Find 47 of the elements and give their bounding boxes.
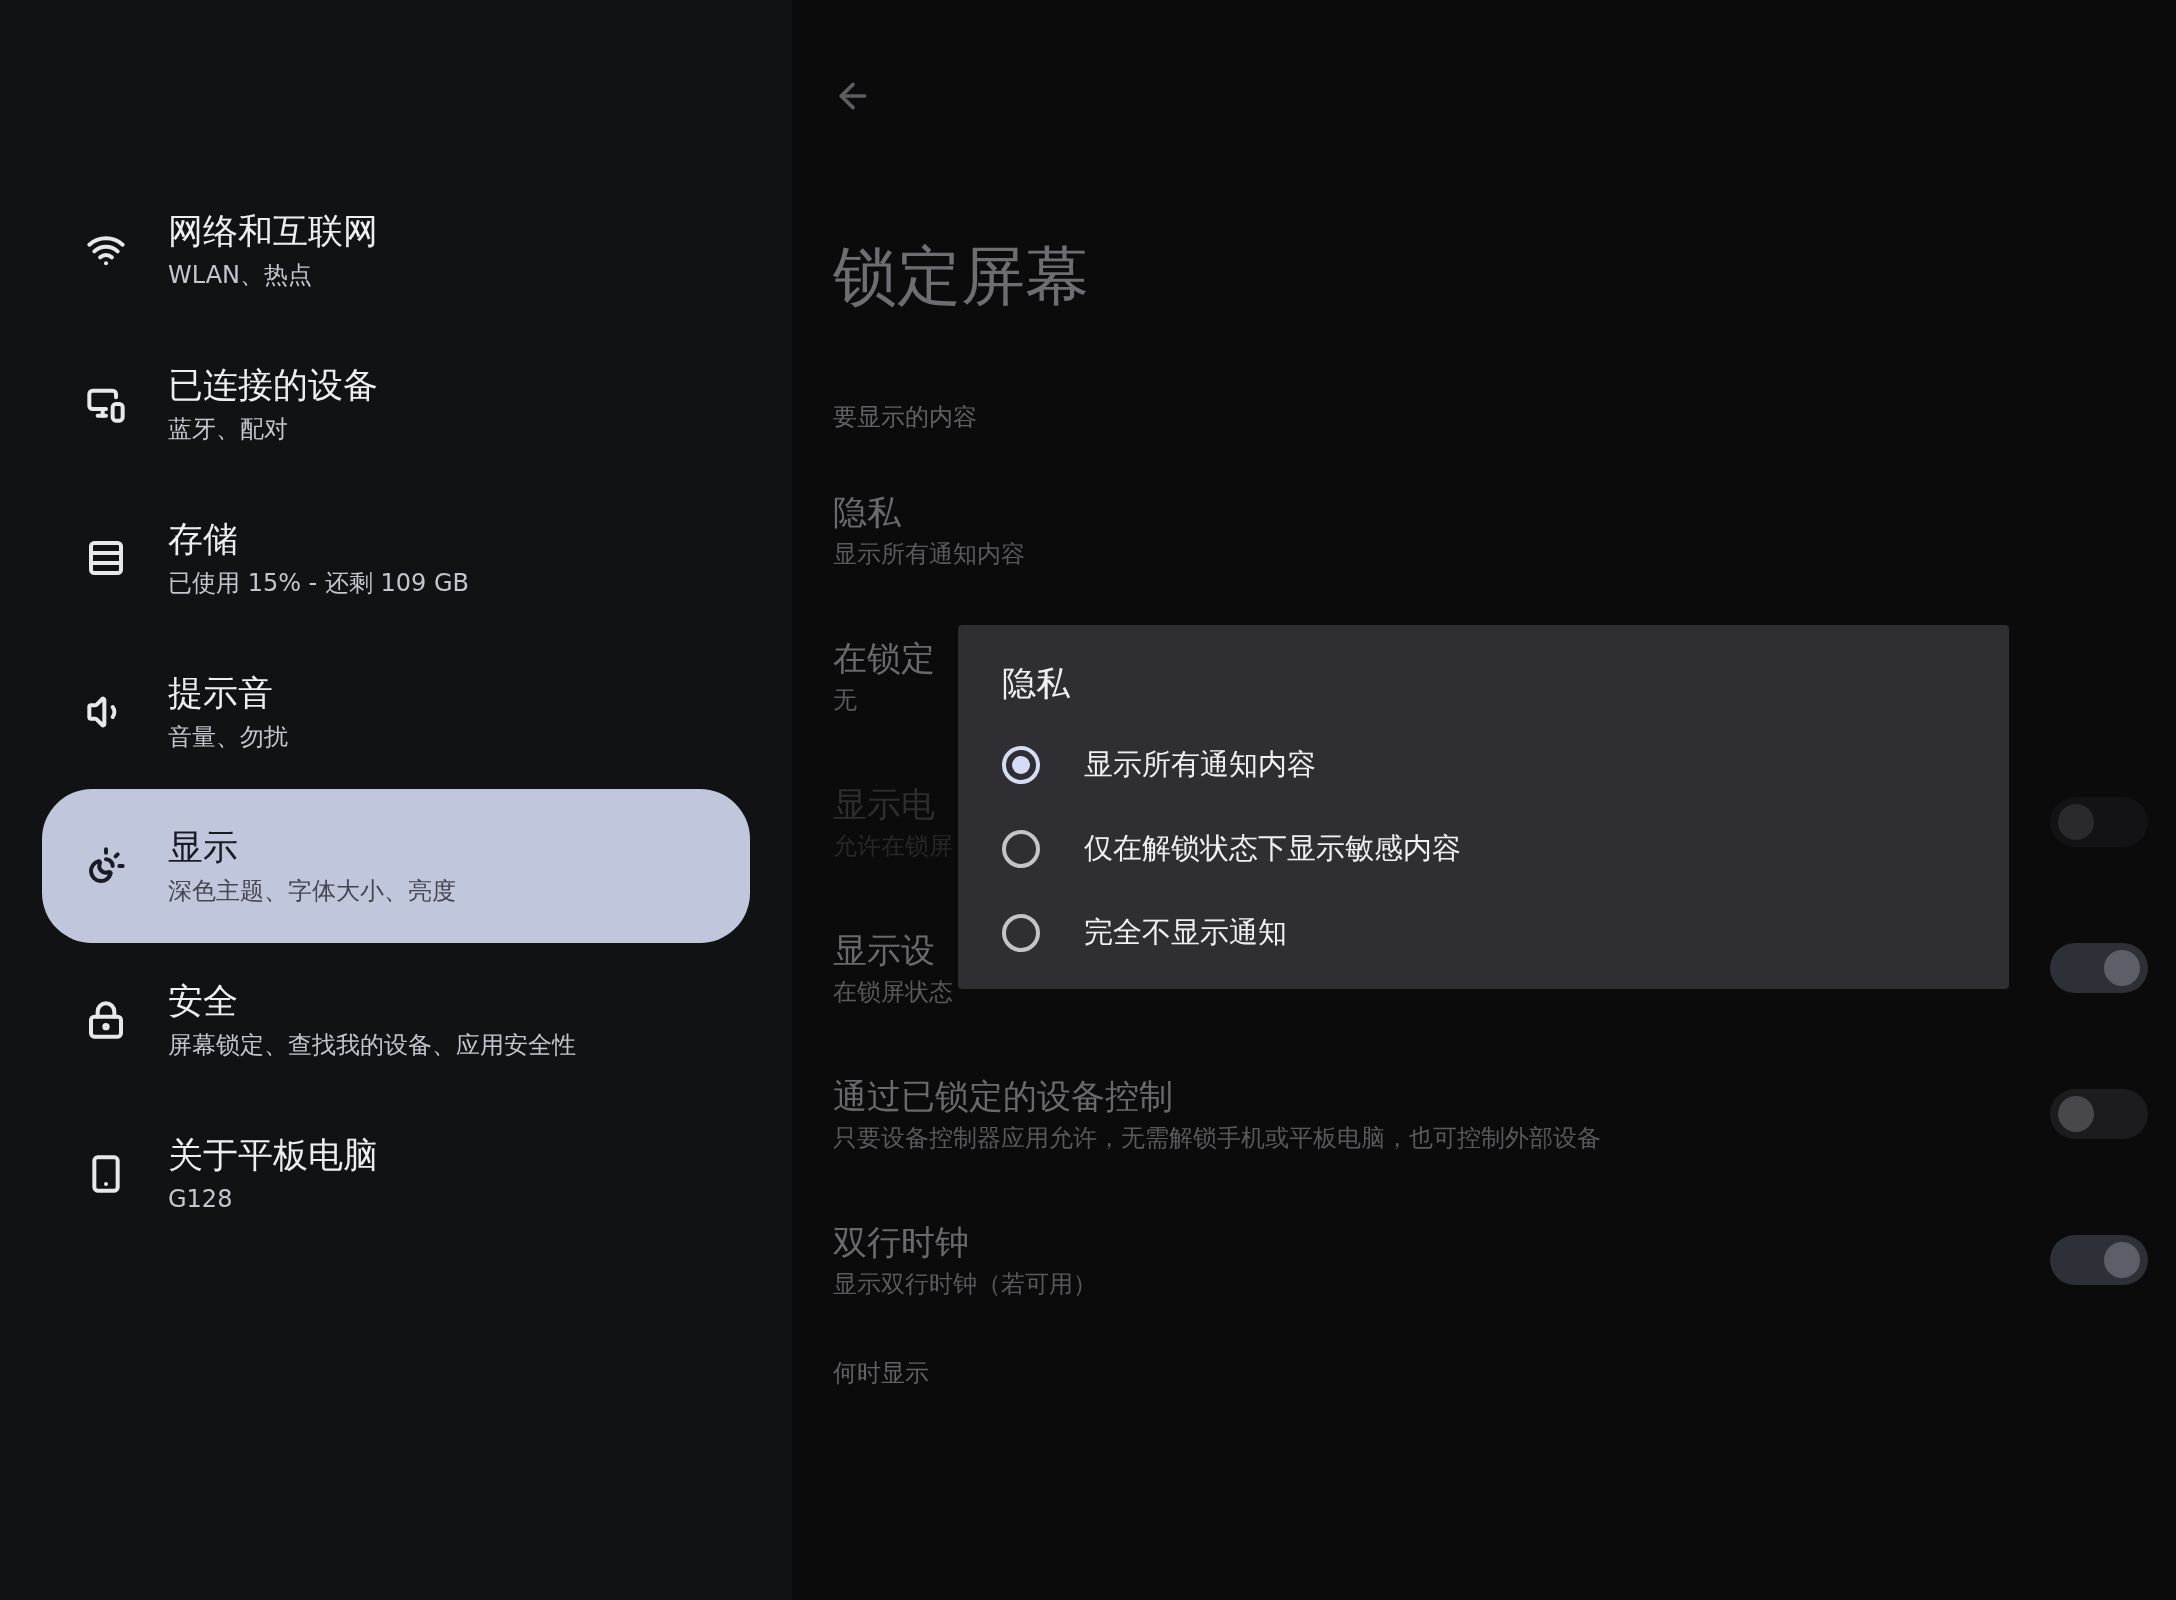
item-subtitle: G128 — [168, 1184, 234, 1215]
sidebar-item[interactable]: 显示 深色主题、字体大小、亮度 — [42, 789, 750, 943]
item-title: 网络和互联网 — [168, 210, 378, 253]
item-title: 显示 — [168, 826, 239, 869]
setting-title[interactable]: 显示设 — [833, 928, 953, 972]
option-label[interactable]: 完全不显示通知 — [1084, 911, 1287, 955]
setting-title[interactable]: 双行时钟 — [833, 1220, 1097, 1264]
setting-title[interactable]: 通过已锁定的设备控制 — [833, 1074, 1601, 1118]
sidebar-item[interactable]: 安全 屏幕锁定、查找我的设备、应用安全性 — [42, 943, 750, 1097]
option-label[interactable]: 显示所有通知内容 — [1084, 743, 1316, 787]
sidebar-item[interactable]: 已连接的设备 蓝牙、配对 — [42, 327, 750, 481]
setting-summary: 无 — [833, 685, 858, 716]
sidebar-item[interactable]: 网络和互联网 WLAN、热点 — [42, 173, 750, 327]
brightness-icon — [86, 846, 126, 886]
item-title: 关于平板电脑 — [168, 1134, 378, 1177]
setting-title[interactable]: 在锁定 — [833, 636, 935, 680]
lock-icon — [86, 1000, 126, 1040]
radio-button[interactable] — [1002, 746, 1040, 784]
dialog-title: 隐私 — [1002, 662, 1071, 705]
item-subtitle: 已使用 15% - 还剩 109 GB — [168, 568, 470, 599]
section-header: 何时显示 — [833, 1358, 929, 1389]
setting-summary: 只要设备控制器应用允许，无需解锁手机或平板电脑，也可控制外部设备 — [833, 1123, 1601, 1154]
option-label[interactable]: 仅在解锁状态下显示敏感内容 — [1084, 827, 1461, 871]
item-subtitle: 音量、勿扰 — [168, 722, 288, 753]
item-title: 存储 — [168, 518, 239, 561]
item-subtitle: 深色主题、字体大小、亮度 — [168, 876, 456, 907]
page-title: 锁定屏幕 — [833, 238, 1090, 315]
item-title: 提示音 — [168, 672, 274, 715]
storage-icon — [86, 538, 126, 578]
toggle-switch[interactable] — [2050, 1235, 2148, 1285]
sidebar-item[interactable]: 提示音 音量、勿扰 — [42, 635, 750, 789]
item-subtitle: WLAN、热点 — [168, 260, 314, 291]
radio-button[interactable] — [1002, 914, 1040, 952]
setting-summary: 显示双行时钟（若可用） — [833, 1269, 1097, 1300]
item-title: 已连接的设备 — [168, 364, 378, 407]
item-title: 安全 — [168, 980, 239, 1023]
sidebar-item[interactable]: 关于平板电脑 G128 — [42, 1097, 750, 1251]
toggle-switch[interactable] — [2050, 943, 2148, 993]
section-header: 要显示的内容 — [833, 402, 977, 433]
sidebar-item[interactable]: 存储 已使用 15% - 还剩 109 GB — [42, 481, 750, 635]
setting-title[interactable]: 隐私 — [833, 490, 1025, 534]
item-subtitle: 屏幕锁定、查找我的设备、应用安全性 — [168, 1030, 576, 1061]
setting-summary: 显示所有通知内容 — [833, 539, 1025, 570]
radio-button[interactable] — [1002, 830, 1040, 868]
setting-summary: 在锁屏状态 — [833, 977, 953, 1008]
item-subtitle: 蓝牙、配对 — [168, 414, 289, 445]
toggle-switch[interactable] — [2050, 1089, 2148, 1139]
